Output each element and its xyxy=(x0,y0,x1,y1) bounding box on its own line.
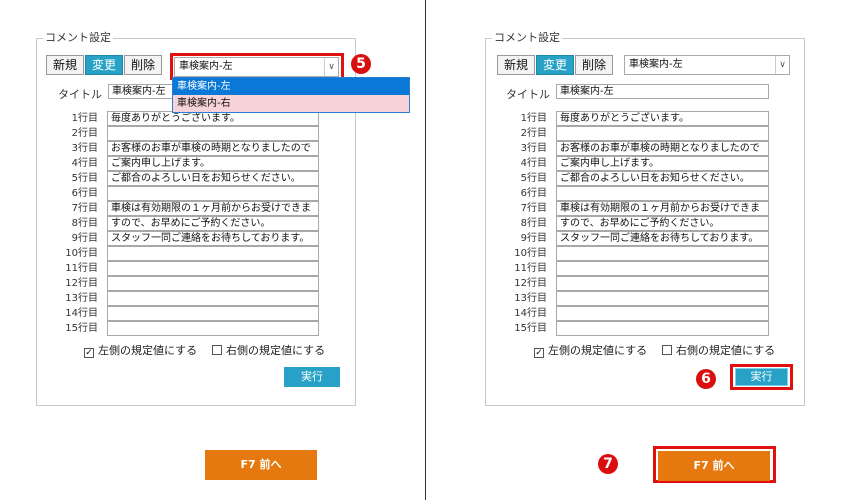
row-input[interactable]: ご都合のよろしい日をお知らせください。 xyxy=(556,171,769,186)
row-label: 13行目 xyxy=(514,293,547,304)
checkbox-label: 左側の規定値にする xyxy=(98,344,198,357)
title-input[interactable]: 車検案内-左 xyxy=(108,84,178,99)
row-input[interactable] xyxy=(107,306,319,321)
row-input[interactable]: 毎度ありがとうございます。 xyxy=(556,111,769,126)
dropdown-option[interactable]: 車検案内-左 xyxy=(173,78,409,95)
row-label: 3行目 xyxy=(520,143,547,154)
checkbox-checked-icon[interactable]: ✓ xyxy=(534,348,544,358)
new-button[interactable]: 新規 xyxy=(497,55,535,75)
row-input[interactable] xyxy=(556,186,769,201)
row-input[interactable] xyxy=(107,186,319,201)
row-label: 3行目 xyxy=(71,143,98,154)
row-label: 11行目 xyxy=(65,263,98,274)
row-input[interactable]: お客様のお車が車検の時期となりましたので xyxy=(107,141,319,156)
row-label: 5行目 xyxy=(71,173,98,184)
right-default-checkbox[interactable]: 右側の規定値にする xyxy=(212,345,325,357)
step5-highlight xyxy=(170,53,344,80)
checkbox-empty-icon[interactable] xyxy=(212,345,222,355)
change-button[interactable]: 変更 xyxy=(85,55,123,75)
row-input[interactable] xyxy=(556,291,769,306)
row-label: 8行目 xyxy=(71,218,98,229)
row-label: 8行目 xyxy=(520,218,547,229)
template-select[interactable]: 車検案内-左 ∨ xyxy=(624,55,790,75)
template-select-value: 車検案内-左 xyxy=(629,59,683,70)
row-input[interactable]: お客様のお車が車検の時期となりましたので xyxy=(556,141,769,156)
row-input[interactable]: すので、お早めにご予約ください。 xyxy=(107,216,319,231)
group-title: コメント設定 xyxy=(43,31,113,45)
row-input[interactable]: スタッフ一同ご連絡をお待ちしております。 xyxy=(556,231,769,246)
checkbox-label: 右側の規定値にする xyxy=(676,344,776,357)
title-label: タイトル xyxy=(506,88,550,101)
row-label: 2行目 xyxy=(520,128,547,139)
row-input[interactable] xyxy=(107,126,319,141)
checkbox-label: 右側の規定値にする xyxy=(226,344,326,357)
row-label: 11行目 xyxy=(514,263,547,274)
row-input[interactable] xyxy=(556,321,769,336)
row-input[interactable] xyxy=(107,276,319,291)
group-title: コメント設定 xyxy=(492,31,562,45)
row-label: 7行目 xyxy=(71,203,98,214)
delete-button[interactable]: 削除 xyxy=(124,55,162,75)
row-label: 10行目 xyxy=(514,248,547,259)
row-input[interactable] xyxy=(556,246,769,261)
row-label: 14行目 xyxy=(65,308,98,319)
row-input[interactable] xyxy=(556,261,769,276)
right-default-checkbox[interactable]: 右側の規定値にする xyxy=(662,345,775,357)
title-input[interactable]: 車検案内-左 xyxy=(556,84,769,99)
row-input[interactable] xyxy=(107,246,319,261)
dropdown-option[interactable]: 車検案内-右 xyxy=(173,95,409,112)
execute-button[interactable]: 実行 xyxy=(735,368,788,386)
row-input[interactable] xyxy=(107,291,319,306)
left-default-checkbox[interactable]: ✓ 左側の規定値にする xyxy=(84,345,197,358)
row-input[interactable] xyxy=(556,306,769,321)
step5-badge: 5 xyxy=(351,54,371,74)
row-label: 9行目 xyxy=(520,233,547,244)
row-input[interactable]: 毎度ありがとうございます。 xyxy=(107,111,319,126)
row-label: 5行目 xyxy=(520,173,547,184)
row-label: 4行目 xyxy=(71,158,98,169)
row-input[interactable]: スタッフ一同ご連絡をお待ちしております。 xyxy=(107,231,319,246)
row-input[interactable]: すので、お早めにご予約ください。 xyxy=(556,216,769,231)
prev-button[interactable]: F7 前へ xyxy=(658,451,770,481)
left-default-checkbox[interactable]: ✓ 左側の規定値にする xyxy=(534,345,647,358)
step6-badge: 6 xyxy=(696,369,716,389)
panel-divider xyxy=(425,0,426,500)
row-label: 15行目 xyxy=(65,323,98,334)
template-dropdown-list[interactable]: 車検案内-左 車検案内-右 xyxy=(172,77,410,113)
row-label: 6行目 xyxy=(71,188,98,199)
row-input[interactable]: 車検は有効期限の１ヶ月前からお受けできま xyxy=(107,201,319,216)
row-label: 6行目 xyxy=(520,188,547,199)
row-label: 7行目 xyxy=(520,203,547,214)
row-label: 1行目 xyxy=(71,113,98,124)
row-label: 15行目 xyxy=(514,323,547,334)
row-label: 12行目 xyxy=(65,278,98,289)
row-input[interactable] xyxy=(556,126,769,141)
row-input[interactable]: ご案内申し上げます。 xyxy=(556,156,769,171)
row-label: 2行目 xyxy=(71,128,98,139)
prev-button[interactable]: F7 前へ xyxy=(205,450,317,480)
row-label: 14行目 xyxy=(514,308,547,319)
row-input[interactable]: ご都合のよろしい日をお知らせください。 xyxy=(107,171,319,186)
checkbox-label: 左側の規定値にする xyxy=(548,344,648,357)
delete-button[interactable]: 削除 xyxy=(575,55,613,75)
new-button[interactable]: 新規 xyxy=(46,55,84,75)
row-label: 1行目 xyxy=(520,113,547,124)
row-label: 10行目 xyxy=(65,248,98,259)
execute-button[interactable]: 実行 xyxy=(284,367,340,387)
chevron-down-icon[interactable]: ∨ xyxy=(775,56,789,74)
row-label: 13行目 xyxy=(65,293,98,304)
row-label: 9行目 xyxy=(71,233,98,244)
row-input[interactable]: ご案内申し上げます。 xyxy=(107,156,319,171)
checkbox-checked-icon[interactable]: ✓ xyxy=(84,348,94,358)
checkbox-empty-icon[interactable] xyxy=(662,345,672,355)
row-label: 12行目 xyxy=(514,278,547,289)
row-label: 4行目 xyxy=(520,158,547,169)
row-input[interactable] xyxy=(107,321,319,336)
step7-badge: 7 xyxy=(598,454,618,474)
row-input[interactable] xyxy=(556,276,769,291)
row-input[interactable] xyxy=(107,261,319,276)
title-label: タイトル xyxy=(58,88,102,101)
change-button[interactable]: 変更 xyxy=(536,55,574,75)
row-input[interactable]: 車検は有効期限の１ヶ月前からお受けできま xyxy=(556,201,769,216)
